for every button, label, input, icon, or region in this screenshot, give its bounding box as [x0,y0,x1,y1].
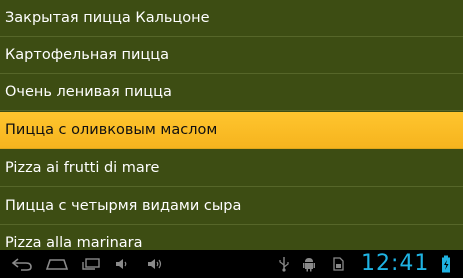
list-item[interactable]: Pizza ai frutti di mare [0,150,463,187]
app-screen: Закрытая пицца Кальцоне Картофельная пиц… [0,0,463,278]
usb-icon [276,250,292,278]
home-icon[interactable] [42,250,72,278]
recent-apps-icon[interactable] [78,250,104,278]
list-item-label: Pizza ai frutti di mare [5,160,160,176]
list-item[interactable]: Очень ленивая пицца [0,74,463,111]
system-navigation-bar: 12:41 [0,250,463,278]
list-item-label: Pizza alla marinara [5,235,143,250]
status-clock: 12:41 [361,251,430,276]
sd-card-icon [330,250,346,278]
list-item[interactable]: Пицца с четырмя видами сыра [0,188,463,225]
list-item-label: Пицца с четырмя видами сыра [5,198,242,214]
pizza-list[interactable]: Закрытая пицца Кальцоне Картофельная пиц… [0,0,463,250]
list-item-label: Картофельная пицца [5,47,170,63]
battery-charging-icon [438,250,454,278]
back-icon[interactable] [8,250,36,278]
list-item-selected[interactable]: Пицца с оливковым маслом [0,112,463,149]
android-debug-icon [300,250,318,278]
list-item[interactable]: Картофельная пицца [0,37,463,74]
volume-down-icon[interactable] [112,250,132,278]
list-item-label: Очень ленивая пицца [5,84,172,100]
volume-up-icon[interactable] [144,250,166,278]
list-item[interactable]: Закрытая пицца Кальцоне [0,0,463,37]
list-item-label: Закрытая пицца Кальцоне [5,10,210,26]
list-item-label: Пицца с оливковым маслом [5,122,218,138]
list-item[interactable]: Pizza alla marinara [0,225,463,250]
